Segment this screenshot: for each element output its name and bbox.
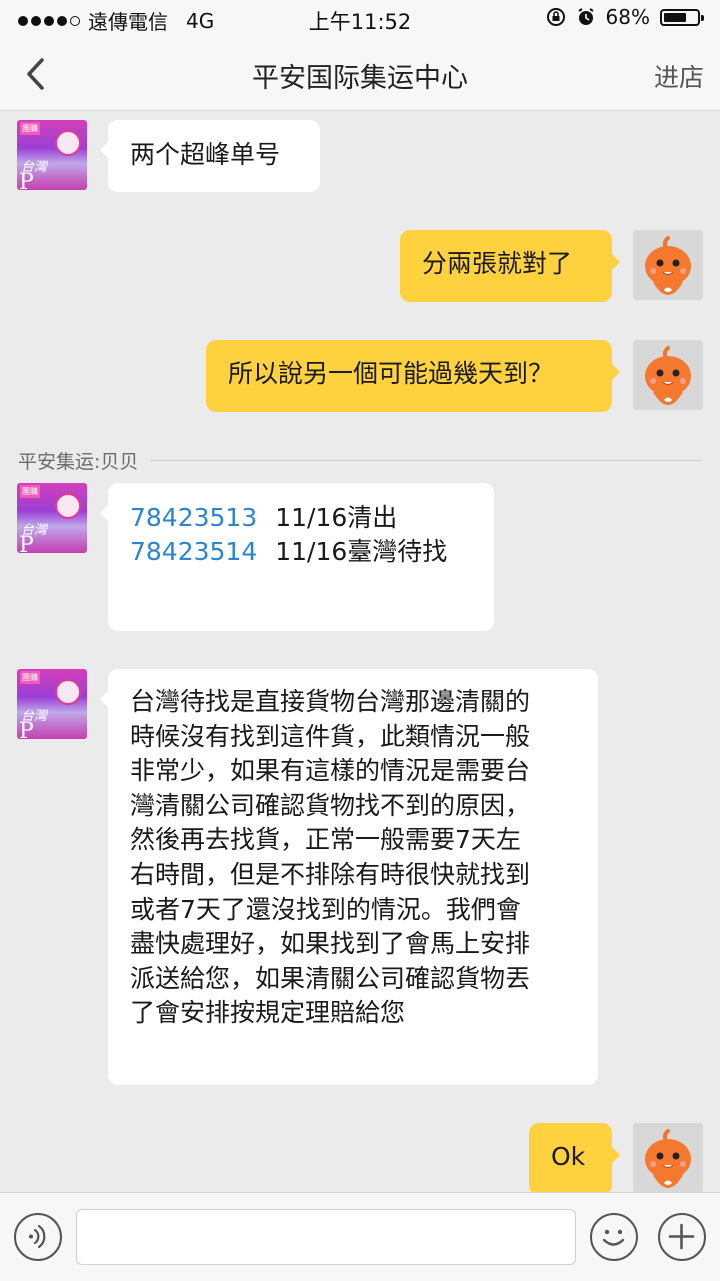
message-text: Ok: [551, 1142, 586, 1171]
message-bubble-outgoing[interactable]: 所以說另一個可能過幾天到？: [206, 340, 620, 412]
user-avatar-icon[interactable]: [633, 1123, 703, 1192]
message-bubble-incoming[interactable]: 78423513 11/16清出 78423514 11/16臺灣待找: [100, 483, 494, 631]
tracking-number-link[interactable]: 78423514: [130, 535, 257, 569]
chevron-left-icon: [27, 58, 44, 90]
plus-button[interactable]: [658, 1213, 706, 1261]
message-bubble-incoming[interactable]: 台灣待找是直接貨物台灣那邊清關的 時候沒有找到這件貨，此類情況一般 非常少，如果…: [100, 669, 598, 1085]
message-text: 所以說另一個可能過幾天到？: [228, 359, 554, 388]
tracking-row: 78423514 11/16臺灣待找: [130, 535, 472, 569]
nav-bar: 平安国际集运中心 进店: [0, 38, 720, 111]
voice-button[interactable]: [14, 1213, 62, 1261]
message-bubble-outgoing[interactable]: Ok: [529, 1123, 620, 1192]
status-right: 68%: [546, 5, 704, 29]
message-text: 两个超峰单号: [130, 140, 281, 169]
input-bar: [0, 1192, 720, 1281]
tracking-status: 11/16臺灣待找: [275, 537, 448, 566]
shop-avatar-icon[interactable]: 團購 台灣 P: [17, 669, 87, 739]
back-button[interactable]: [14, 48, 58, 100]
voice-icon: [29, 1224, 46, 1249]
message-bubble-incoming[interactable]: 两个超峰单号: [100, 120, 320, 192]
sender-name: 平安集运:贝贝: [18, 447, 151, 474]
plus-icon: [668, 1223, 695, 1250]
status-bar: 遠傳電信 4G 上午11:52 68%: [0, 0, 720, 38]
message-line: 或者7天了還沒找到的情況。我們會: [130, 894, 521, 924]
enter-store-button[interactable]: 进店: [654, 58, 704, 94]
message-line: 派送給您，如果清關公司確認貨物丟: [130, 963, 531, 993]
user-avatar-icon[interactable]: [633, 230, 703, 300]
sender-separator: 平安集运:贝贝: [18, 447, 702, 474]
message-bubble-outgoing[interactable]: 分兩張就對了: [400, 230, 620, 302]
message-line: 盡快處理好，如果找到了會馬上安排: [130, 929, 531, 959]
message-line: 台灣待找是直接貨物台灣那邊清關的: [130, 687, 531, 716]
emoji-button[interactable]: [590, 1213, 638, 1261]
message-line: 右時間，但是不排除有時很快就找到: [130, 859, 531, 889]
page-title: 平安国际集运中心: [252, 63, 468, 94]
tracking-status: 11/16清出: [275, 503, 398, 532]
message-text: 分兩張就對了: [422, 249, 573, 278]
user-avatar-icon[interactable]: [633, 340, 703, 410]
emoji-icon: [602, 1229, 625, 1246]
tracking-number-link[interactable]: 78423513: [130, 501, 257, 535]
message-line: 時候沒有找到這件貨，此類情況一般: [130, 721, 531, 751]
chat-area[interactable]: 團購 台灣 P 两个超峰单号 分兩張就對了 所以說另一個可能過幾天到？ 平安集运…: [0, 111, 720, 1192]
battery-percent: 68%: [605, 5, 650, 29]
battery-fill: [664, 12, 686, 22]
battery-icon: [660, 8, 704, 26]
shop-avatar-icon[interactable]: 團購 台灣 P: [17, 483, 87, 553]
orientation-lock-icon: [546, 8, 565, 26]
alarm-icon: [577, 8, 594, 25]
tracking-row: 78423513 11/16清出: [130, 501, 472, 535]
message-input[interactable]: [76, 1209, 576, 1265]
message-line: 灣清關公司確認貨物找不到的原因，: [130, 790, 531, 820]
message-line: 然後再去找貨，正常一般需要7天左: [130, 825, 521, 855]
message-line: 了會安排按規定理賠給您: [130, 998, 406, 1028]
message-line: 非常少，如果有這樣的情況是需要台: [130, 756, 531, 786]
shop-avatar-icon[interactable]: 團購 台灣 P: [17, 120, 87, 190]
